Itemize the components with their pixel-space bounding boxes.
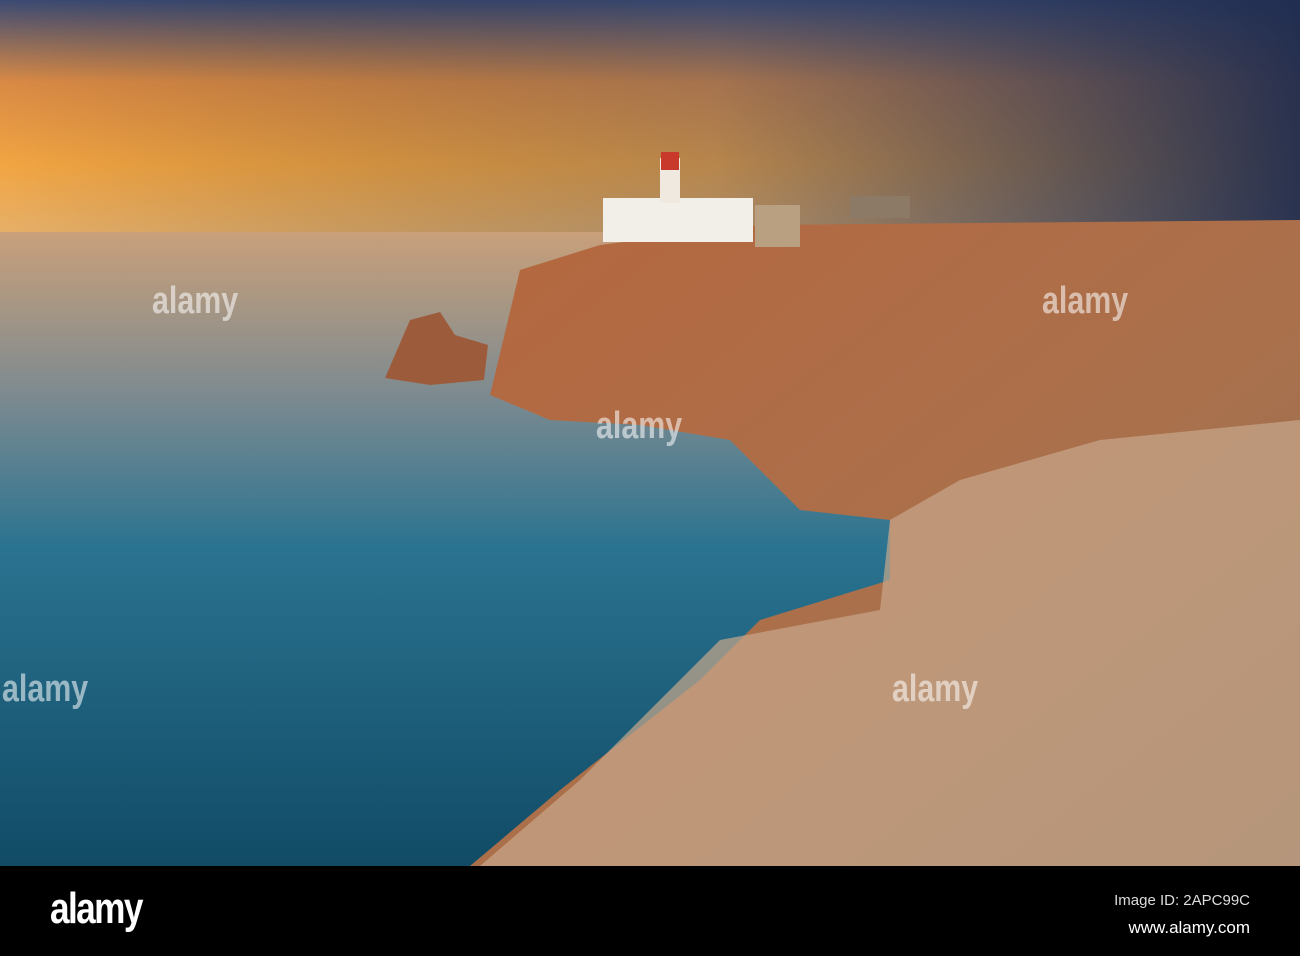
watermark: alamy: [152, 280, 239, 322]
lighthouse-buildings: [603, 198, 753, 242]
image-id: Image ID: 2APC99C: [1114, 892, 1250, 909]
alamy-logo: alamy: [50, 884, 143, 933]
watermark: alamy: [1042, 280, 1129, 322]
lighthouse-lantern: [661, 152, 679, 170]
watermark: alamy: [596, 405, 683, 447]
fortress-wall: [755, 205, 800, 247]
website-link[interactable]: www.alamy.com: [1128, 918, 1250, 938]
footer-bar: alamy Image ID: 2APC99C www.alamy.com: [0, 866, 1300, 956]
stock-photo-page: alamy alamy alamy alamy alamy alamy Imag…: [0, 0, 1300, 956]
watermark: alamy: [2, 668, 89, 710]
watermark: alamy: [892, 668, 979, 710]
